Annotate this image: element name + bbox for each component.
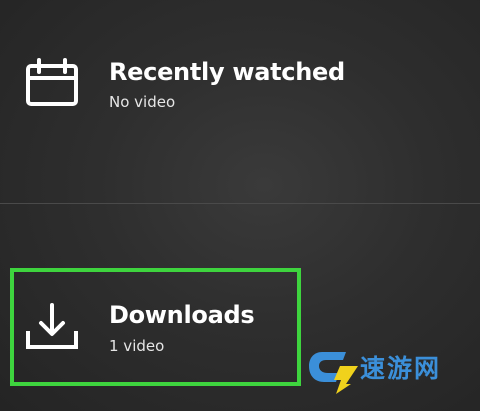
recently-watched-title: Recently watched: [109, 58, 345, 86]
recently-watched-subtitle: No video: [109, 93, 176, 111]
watermark-text: 速游网: [360, 354, 442, 383]
highlight-box: [10, 268, 301, 386]
section-divider: [0, 203, 480, 204]
calendar-icon: [22, 56, 82, 116]
watermark-logo-icon: [309, 352, 358, 394]
recently-watched-item[interactable]: Recently watched No video: [0, 40, 480, 140]
watermark: 速游网: [306, 344, 480, 394]
